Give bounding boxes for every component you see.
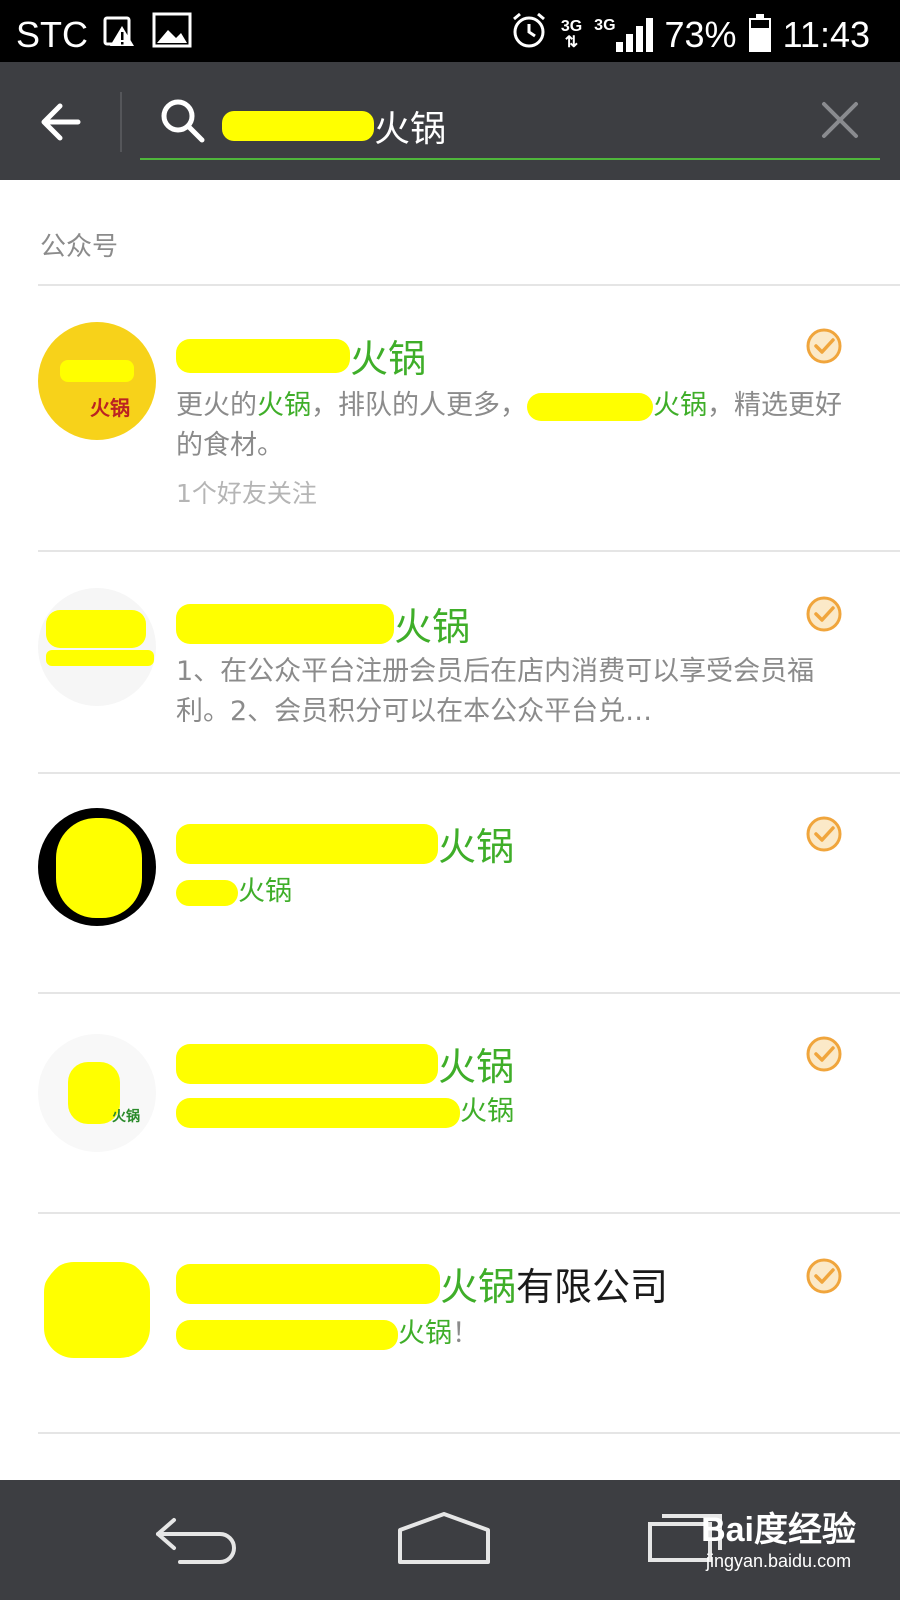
list-item[interactable]: 火锅 火锅 更火的火锅，排队的人更多， 火锅，精选更好的食材。 1个好友关注 <box>0 286 900 508</box>
divider <box>38 1432 900 1434</box>
watermark-logo: Bai度经验 <box>701 1511 856 1549</box>
battery-percent: 73% <box>664 13 737 55</box>
home-nav-icon <box>398 1512 490 1564</box>
list-item[interactable]: 火锅 火锅 <box>0 774 900 994</box>
redacted-mark <box>176 1043 438 1084</box>
signal-icon <box>615 17 653 52</box>
result-title: 火锅 <box>176 596 470 651</box>
redacted-mark <box>176 1263 440 1304</box>
search-toolbar: 火锅 <box>0 62 900 180</box>
redacted-mark <box>222 111 374 141</box>
result-title: 火锅 <box>176 816 514 871</box>
avatar <box>38 1252 156 1370</box>
back-button[interactable] <box>30 92 90 152</box>
result-description: 火锅 <box>176 872 856 912</box>
clock: 11:43 <box>782 13 870 55</box>
follower-count: 1个好友关注 <box>176 479 317 508</box>
verified-icon <box>806 1036 842 1072</box>
result-title: 火锅 <box>176 1036 514 1091</box>
battery-icon <box>748 13 771 52</box>
title-plain: 有限公司 <box>516 1265 669 1309</box>
redacted-mark <box>176 603 394 644</box>
result-description: 火锅 <box>176 1092 856 1132</box>
alarm-icon <box>509 10 549 59</box>
status-bar: STC 3G ⇅ 3G 73% 11:43 <box>0 0 900 62</box>
verified-icon <box>806 596 842 632</box>
result-description: 火锅！ <box>176 1314 856 1354</box>
search-input[interactable]: 火锅 <box>140 82 880 160</box>
verified-icon <box>806 328 842 364</box>
carrier-label: STC <box>16 13 88 55</box>
avatar <box>38 588 156 706</box>
search-query: 火锅 <box>222 100 446 152</box>
title-keyword: 火锅 <box>440 1265 517 1309</box>
nav-back-button[interactable] <box>150 1510 260 1570</box>
redacted-mark <box>176 823 438 864</box>
search-icon <box>161 99 205 143</box>
warning-icon <box>102 12 138 57</box>
result-description: 更火的火锅，排队的人更多， 火锅，精选更好的食材。 <box>176 390 842 461</box>
verified-icon <box>806 816 842 852</box>
list-item[interactable]: 火锅 1、在公众平台注册会员后在店内消费可以享受会员福利。2、会员积分可以在本公… <box>0 552 900 772</box>
back-arrow-icon <box>41 103 81 141</box>
image-icon <box>152 12 192 57</box>
title-keyword: 火锅 <box>350 337 427 381</box>
watermark: Bai度经验 jingyan.baidu.com <box>701 1510 856 1572</box>
watermark-url: jingyan.baidu.com <box>705 1551 852 1571</box>
title-keyword: 火锅 <box>438 825 515 869</box>
redacted-mark <box>527 392 653 421</box>
title-keyword: 火锅 <box>438 1045 515 1089</box>
result-title: 火锅 有限公司 <box>176 1256 668 1311</box>
search-query-text: 火锅 <box>374 109 447 150</box>
title-keyword: 火锅 <box>394 605 471 649</box>
redacted-mark <box>176 338 350 373</box>
avatar <box>38 808 156 926</box>
toolbar-divider <box>120 92 122 152</box>
result-description: 1、在公众平台注册会员后在店内消费可以享受会员福利。2、会员积分可以在本公众平台… <box>176 656 815 727</box>
avatar: 火锅 <box>38 1034 156 1152</box>
search-underline <box>140 158 880 160</box>
network-type-label: 3G <box>560 17 583 35</box>
close-icon[interactable] <box>818 98 862 142</box>
back-nav-icon <box>156 1518 236 1564</box>
redacted-mark <box>176 1319 398 1350</box>
redacted-mark <box>176 1097 460 1128</box>
avatar: 火锅 <box>38 322 156 440</box>
navigation-bar: Bai度经验 jingyan.baidu.com <box>0 1480 900 1600</box>
redacted-mark <box>176 879 238 906</box>
result-title: 火锅 <box>176 328 426 383</box>
network-type-label-2: 3G <box>594 16 616 34</box>
list-item[interactable]: 火锅 有限公司 火锅！ <box>0 1214 900 1434</box>
nav-home-button[interactable] <box>394 1510 504 1570</box>
verified-icon <box>806 1258 842 1294</box>
section-label: 公众号 <box>40 232 119 262</box>
list-item[interactable]: 火锅 火锅 火锅 <box>0 994 900 1214</box>
